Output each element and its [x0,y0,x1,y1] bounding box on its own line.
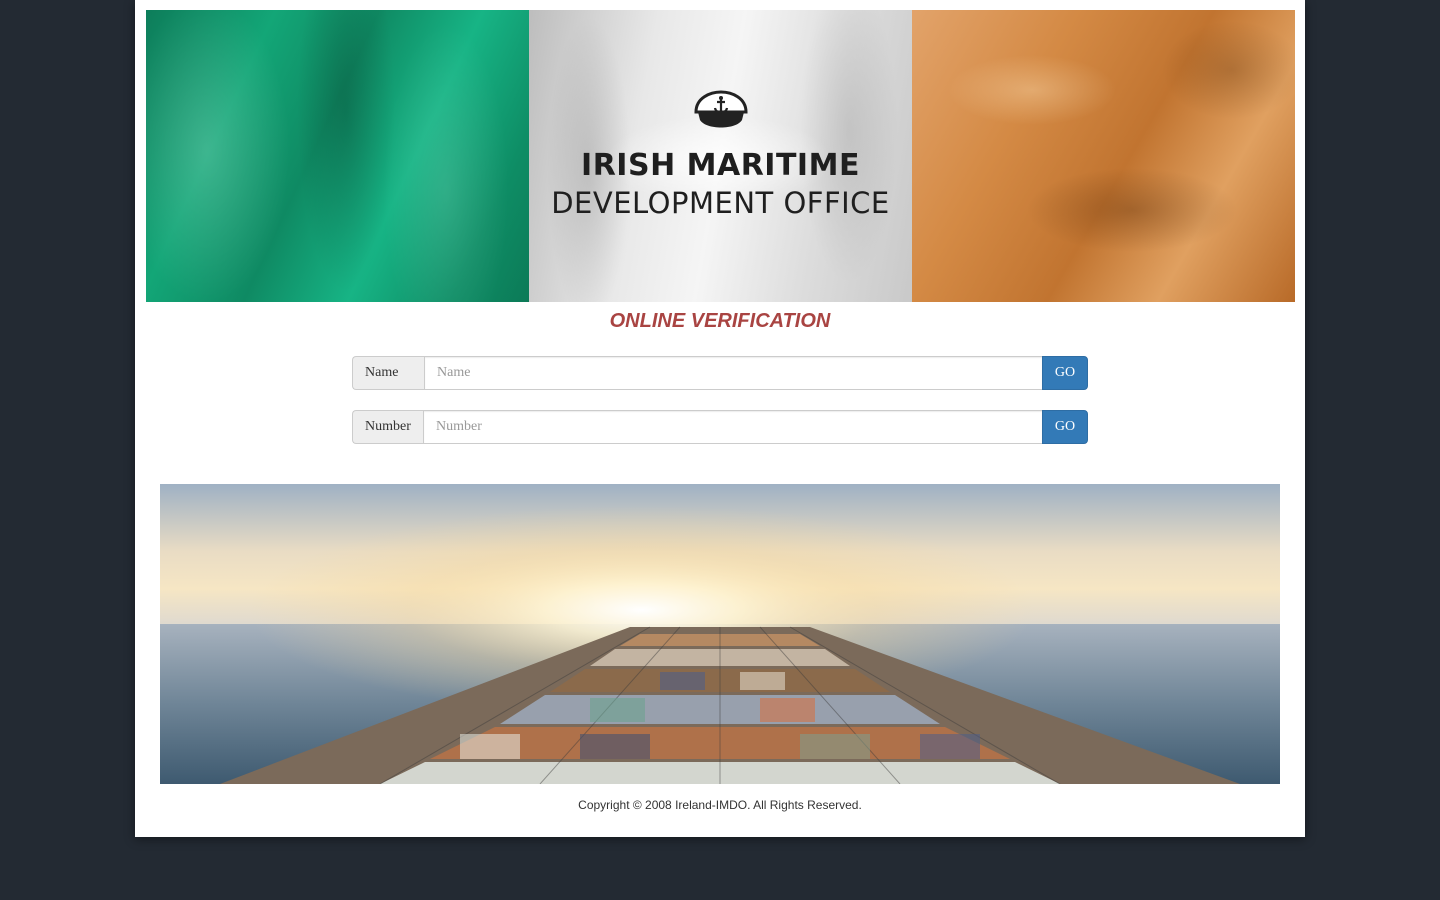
copyright-text: Copyright © 2008 Ireland-IMDO. All Right… [578,798,862,812]
number-go-button[interactable]: GO [1042,410,1088,444]
captain-hat-anchor-icon [693,90,748,128]
name-input[interactable] [424,356,1042,390]
org-title: IRISH MARITIME [581,148,860,183]
page-container: IRISH MARITIME DEVELOPMENT OFFICE ONLINE… [135,0,1305,837]
number-input[interactable] [423,410,1042,444]
logo: IRISH MARITIME DEVELOPMENT OFFICE [529,90,912,222]
verification-heading: ONLINE VERIFICATION [609,310,831,332]
flag-orange-panel [912,10,1295,302]
flag-white-panel: IRISH MARITIME DEVELOPMENT OFFICE [529,10,912,302]
number-search-group: Number GO [352,410,1088,444]
header-banner: IRISH MARITIME DEVELOPMENT OFFICE [146,10,1295,302]
container-ship-illustration [160,484,1280,784]
flag-green-panel [146,10,529,302]
number-label: Number [352,410,423,444]
name-search-group: Name GO [352,356,1088,390]
container-ship-image [160,484,1280,784]
name-go-button[interactable]: GO [1042,356,1088,390]
org-subtitle: DEVELOPMENT OFFICE [551,186,890,220]
name-label: Name [352,356,424,390]
